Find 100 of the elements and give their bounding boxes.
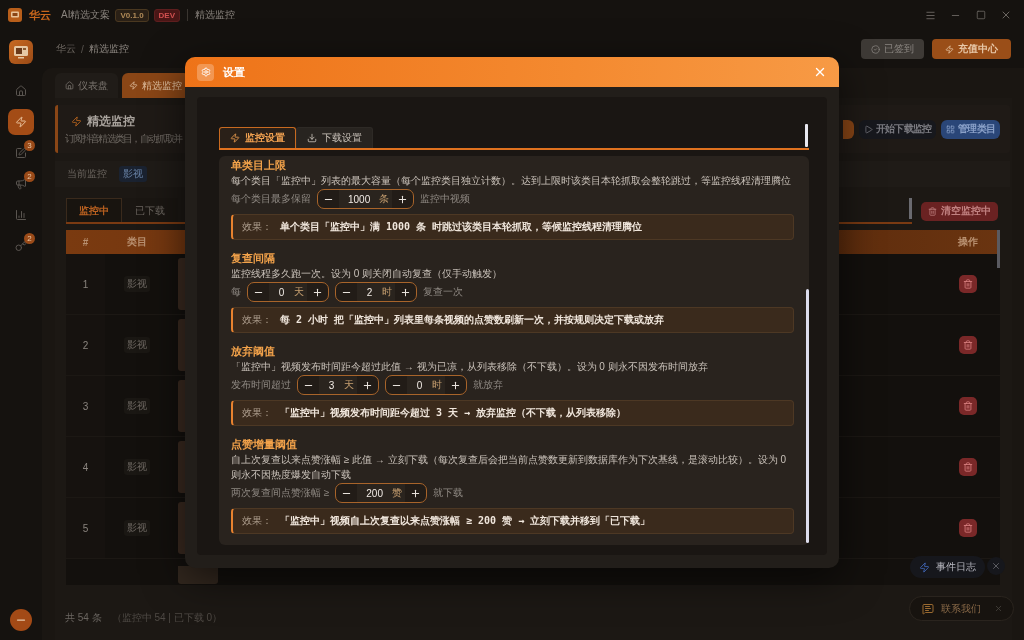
effect-text: 单个类目「监控中」满 1000 条 时跳过该类目本轮抓取，等候监控线程清理腾位 <box>280 220 643 234</box>
thumbnail-photo <box>178 566 218 584</box>
action-button[interactable]: 开始下载监控 <box>859 119 937 139</box>
field-label: 每 <box>231 285 241 299</box>
trash-icon <box>962 340 973 350</box>
clear-button[interactable]: 清空监控中 <box>921 201 998 221</box>
lightning-icon <box>230 133 240 143</box>
effect-label: 效果： <box>242 220 272 234</box>
unit-label: 时 <box>432 376 445 394</box>
plus-icon <box>450 379 461 391</box>
thumbnail-photo <box>178 502 185 554</box>
unit-label: 时 <box>382 283 395 301</box>
category-tag: 影视 <box>124 398 150 414</box>
breadcrumb-current: 精选监控 <box>88 42 129 56</box>
section-title: 单类目上限 <box>231 158 287 173</box>
field-label: 每个类目最多保留 <box>231 192 311 206</box>
category-tag: 影视 <box>124 337 150 353</box>
list-tab[interactable]: 监控中 <box>66 198 122 222</box>
delete-button[interactable] <box>958 458 977 476</box>
number-field[interactable]: 1000 <box>339 190 380 208</box>
trash-icon <box>962 462 973 472</box>
trash-icon <box>962 279 973 289</box>
action-button[interactable] <box>843 119 854 139</box>
nav-item[interactable] <box>8 109 34 135</box>
check-circle-icon <box>871 44 880 54</box>
category-tag: 影视 <box>124 276 150 292</box>
delete-button[interactable] <box>958 275 977 293</box>
field-label: 监控中视频 <box>420 192 471 206</box>
nav-item[interactable]: 2 <box>8 171 34 197</box>
effect-label: 效果： <box>242 313 272 327</box>
field-label: 发布时间超过 <box>231 378 291 392</box>
menu-icon <box>925 9 936 21</box>
megaphone-icon <box>15 178 27 190</box>
close-icon <box>813 65 827 79</box>
lightning-icon <box>129 81 138 90</box>
field-label: 就放弃 <box>473 378 503 392</box>
category-tag: 影视 <box>124 459 150 475</box>
plus-icon <box>400 286 411 298</box>
unit-label: 天 <box>344 376 357 394</box>
number-field[interactable]: 200 <box>357 484 392 502</box>
column-header: 操作 <box>956 235 979 249</box>
bar-chart-icon <box>15 209 27 221</box>
delete-button[interactable] <box>958 519 977 537</box>
close-button[interactable] <box>813 65 827 79</box>
notification-count: 3 <box>24 140 35 151</box>
section-description: 自上次复查以来点赞涨幅 ≥ 此值 → 立刻下载（每次复查后会把当前点赞数更新到数据库作为下次基线，是滚动比较）。设为 0 则永不因热度爆发自动下载 <box>231 453 787 482</box>
home-icon <box>65 81 74 90</box>
app-logo-icon <box>8 8 22 22</box>
scrollbar-thumb[interactable] <box>806 289 809 543</box>
number-field[interactable]: 2 <box>357 283 382 301</box>
thumbnail-photo <box>178 380 185 432</box>
check-in-button[interactable]: 已签到 <box>861 39 924 59</box>
nav-item[interactable]: 3 <box>8 140 34 166</box>
version-badge: V0.1.0 <box>115 8 149 22</box>
number-field[interactable]: 0 <box>407 376 432 394</box>
number-field[interactable]: 3 <box>319 376 344 394</box>
breadcrumb-link[interactable]: 华云 <box>56 42 76 56</box>
unit-label: 条 <box>379 190 393 208</box>
category-tag[interactable]: 影视 <box>119 166 147 182</box>
section-title: 点赞增量阈值 <box>231 437 298 452</box>
settings-tab[interactable]: 下载设置 <box>296 127 373 148</box>
close-icon <box>991 561 1001 571</box>
lightning-icon <box>71 115 82 127</box>
scrollbar-thumb[interactable] <box>909 198 912 219</box>
action-button[interactable]: 管理类目 <box>941 119 1000 139</box>
column-header: # <box>81 236 90 248</box>
nav-item[interactable]: 2 <box>8 233 34 259</box>
lightning-icon <box>15 116 27 128</box>
scrollbar-thumb[interactable] <box>805 124 808 147</box>
effect-label: 效果： <box>242 406 272 420</box>
minus-button[interactable] <box>10 609 32 631</box>
chat-icon <box>922 602 934 615</box>
lightning-icon <box>919 561 930 573</box>
page-tab[interactable]: 仪表盘 <box>55 73 118 98</box>
download-icon <box>307 133 317 143</box>
total-count: 共 54 条 <box>65 611 102 625</box>
breadcrumb-separator: / <box>81 43 84 55</box>
scrollbar-thumb[interactable] <box>997 230 1000 268</box>
key-icon <box>15 240 27 252</box>
event-log-label: 事件日志 <box>936 560 976 574</box>
delete-button[interactable] <box>958 336 977 354</box>
plus-icon <box>397 193 409 205</box>
delete-button[interactable] <box>958 397 977 415</box>
lightning-icon <box>945 44 954 54</box>
page-title: 精选监控 <box>195 8 236 22</box>
settings-icon <box>197 63 214 81</box>
effect-text: 「监控中」视频发布时间距今超过 3 天 → 放弃监控（不下载，从列表移除） <box>280 406 627 420</box>
settings-tab[interactable]: 监控设置 <box>219 127 296 148</box>
notification-count: 2 <box>24 171 35 182</box>
dialog-title: 设置 <box>223 64 245 80</box>
trash-icon <box>962 523 973 533</box>
number-field[interactable]: 0 <box>269 283 294 301</box>
contact-label: 联系我们 <box>941 601 981 616</box>
home-icon <box>15 85 27 97</box>
event-log-button[interactable]: 事件日志 <box>910 556 985 578</box>
contact-button[interactable]: 联系我们 <box>909 596 1014 621</box>
brand-name: 华云 <box>29 7 51 23</box>
app-logo-icon <box>9 40 33 64</box>
plus-icon <box>362 379 373 391</box>
recharge-button[interactable]: 充值中心 <box>932 39 1011 59</box>
